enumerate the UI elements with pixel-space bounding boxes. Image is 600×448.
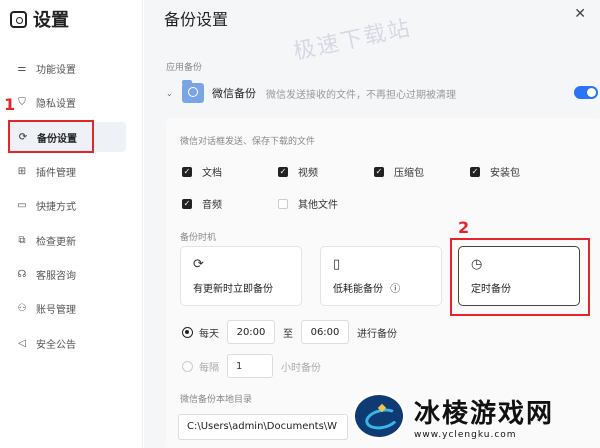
mode-card-on-update[interactable]: ⟳ 有更新时立即备份 bbox=[180, 246, 302, 306]
sidebar-item-label: 检查更新 bbox=[36, 236, 76, 248]
refresh-icon: ⟳ bbox=[193, 257, 204, 272]
mode-card-label: 低耗能备份 bbox=[333, 284, 383, 295]
user-icon: ⚇ bbox=[17, 302, 27, 314]
folder-icon bbox=[182, 80, 204, 103]
end-time-input[interactable]: 06:00 bbox=[301, 320, 349, 344]
logo-emblem-icon bbox=[352, 392, 406, 440]
checkbox-document[interactable]: ✓ 文档 bbox=[182, 164, 222, 179]
checkbox-label: 文档 bbox=[202, 168, 222, 179]
wechat-backup-toggle[interactable] bbox=[574, 86, 598, 99]
checkbox-audio[interactable]: ✓ 音频 bbox=[182, 196, 222, 211]
annotation-box-1 bbox=[8, 120, 94, 153]
sidebar-item-label: 功能设置 bbox=[36, 64, 76, 76]
interval-input[interactable]: 1 bbox=[227, 354, 273, 378]
to-label: 至 bbox=[283, 328, 293, 340]
sidebar-item-label: 账号管理 bbox=[36, 304, 76, 316]
checkbox-video[interactable]: ✓ 视频 bbox=[278, 164, 318, 179]
sidebar-item-plugin-manage[interactable]: ⊞ 插件管理 bbox=[16, 161, 76, 181]
schedule-daily-row: 每天 20:00 至 06:00 进行备份 bbox=[182, 320, 397, 344]
checkbox-archive[interactable]: ✓ 压缩包 bbox=[374, 164, 424, 179]
app-backup-label: 应用备份 bbox=[166, 63, 203, 73]
backup-time-label: 备份时机 bbox=[180, 233, 217, 243]
sidebar-item-label: 客服咨询 bbox=[36, 270, 76, 282]
sidebar-item-label: 隐私设置 bbox=[36, 98, 76, 110]
mode-card-low-power[interactable]: ▯ 低耗能备份 ⓘ bbox=[320, 246, 442, 306]
sidebar: 设置 ⚌ 功能设置 ⛉ 隐私设置 ⟳ 备份设置 ⊞ 插件管理 ▭ 快捷方式 ⧉ … bbox=[0, 0, 143, 448]
update-icon: ⧉ bbox=[18, 234, 26, 246]
sidebar-item-label: 插件管理 bbox=[36, 167, 76, 179]
check-icon: ✓ bbox=[278, 166, 288, 177]
close-icon[interactable]: ✕ bbox=[574, 6, 586, 22]
info-icon[interactable]: ⓘ bbox=[390, 284, 400, 295]
shield-icon: ⛉ bbox=[18, 96, 26, 108]
wechat-backup-name: 微信备份 bbox=[212, 87, 256, 100]
checkbox-label: 其他文件 bbox=[298, 200, 338, 211]
annotation-box-2 bbox=[450, 238, 590, 316]
sidebar-item-shortcuts[interactable]: ▭ 快捷方式 bbox=[16, 195, 76, 215]
sliders-icon: ⚌ bbox=[17, 62, 27, 74]
main-panel: 备份设置 ✕ 极速下载站 应用备份 ⌄ 微信备份 微信发送接收的文件，不再担心过… bbox=[144, 0, 600, 448]
battery-icon: ▯ bbox=[333, 257, 341, 272]
checkbox-other-files[interactable]: 其他文件 bbox=[278, 196, 338, 211]
chevron-down-icon[interactable]: ⌄ bbox=[166, 89, 182, 98]
wechat-backup-desc: 微信发送接收的文件，不再担心过期被清理 bbox=[266, 89, 456, 101]
check-icon: ✓ bbox=[374, 166, 384, 177]
daily-suffix: 进行备份 bbox=[357, 328, 397, 340]
app-title: 设置 bbox=[10, 6, 69, 32]
app-title-text: 设置 bbox=[33, 10, 69, 31]
logo-name: 冰棱游戏网 bbox=[414, 398, 555, 429]
checkbox-label: 压缩包 bbox=[394, 168, 424, 179]
sidebar-item-label: 安全公告 bbox=[36, 339, 76, 351]
sidebar-item-account[interactable]: ⚇ 账号管理 bbox=[16, 298, 76, 318]
interval-label: 每隔 bbox=[199, 362, 219, 374]
sidebar-item-check-update[interactable]: ⧉ 检查更新 bbox=[16, 230, 76, 250]
checkbox-label: 安装包 bbox=[490, 168, 520, 179]
interval-suffix: 小时备份 bbox=[281, 362, 321, 374]
check-icon: ✓ bbox=[182, 198, 192, 209]
radio-daily[interactable] bbox=[182, 326, 193, 338]
check-icon: ✓ bbox=[182, 166, 192, 177]
headset-icon: ☊ bbox=[17, 268, 27, 280]
dir-label: 微信备份本地目录 bbox=[180, 395, 253, 405]
radio-interval[interactable] bbox=[182, 360, 193, 372]
checkbox-label: 音频 bbox=[202, 200, 222, 211]
checkbox-empty bbox=[278, 198, 288, 209]
dir-path-input[interactable]: C:\Users\admin\Documents\W bbox=[178, 414, 348, 440]
site-logo: 冰棱游戏网 www.yclengku.com bbox=[352, 392, 554, 440]
settings-icon bbox=[10, 10, 27, 28]
wechat-backup-row: ⌄ 微信备份 微信发送接收的文件，不再担心过期被清理 bbox=[166, 80, 598, 106]
megaphone-icon: ◁ bbox=[18, 337, 26, 349]
start-time-input[interactable]: 20:00 bbox=[227, 320, 275, 344]
watermark: 极速下载站 bbox=[291, 15, 414, 66]
annotation-number-2: 2 bbox=[458, 218, 470, 237]
check-icon: ✓ bbox=[470, 166, 480, 177]
page-title: 备份设置 bbox=[164, 10, 229, 29]
sidebar-item-support[interactable]: ☊ 客服咨询 bbox=[16, 264, 76, 284]
checkbox-installer[interactable]: ✓ 安装包 bbox=[470, 164, 520, 179]
window-icon: ▭ bbox=[17, 199, 27, 211]
sidebar-item-feature-settings[interactable]: ⚌ 功能设置 bbox=[16, 58, 76, 78]
annotation-number-1: 1 bbox=[4, 95, 16, 114]
logo-url: www.yclengku.com bbox=[414, 429, 517, 440]
checkbox-label: 视频 bbox=[298, 168, 318, 179]
file-types-label: 微信对话框发送、保存下载的文件 bbox=[180, 137, 316, 147]
schedule-interval-row: 每隔 1 小时备份 bbox=[182, 354, 321, 378]
sidebar-item-privacy-settings[interactable]: ⛉ 隐私设置 bbox=[16, 92, 76, 112]
grid-icon: ⊞ bbox=[17, 165, 27, 177]
daily-label: 每天 bbox=[199, 328, 219, 340]
sidebar-item-label: 快捷方式 bbox=[36, 201, 76, 213]
mode-card-label: 有更新时立即备份 bbox=[193, 284, 273, 295]
sidebar-item-security-notice[interactable]: ◁ 安全公告 bbox=[16, 333, 76, 353]
